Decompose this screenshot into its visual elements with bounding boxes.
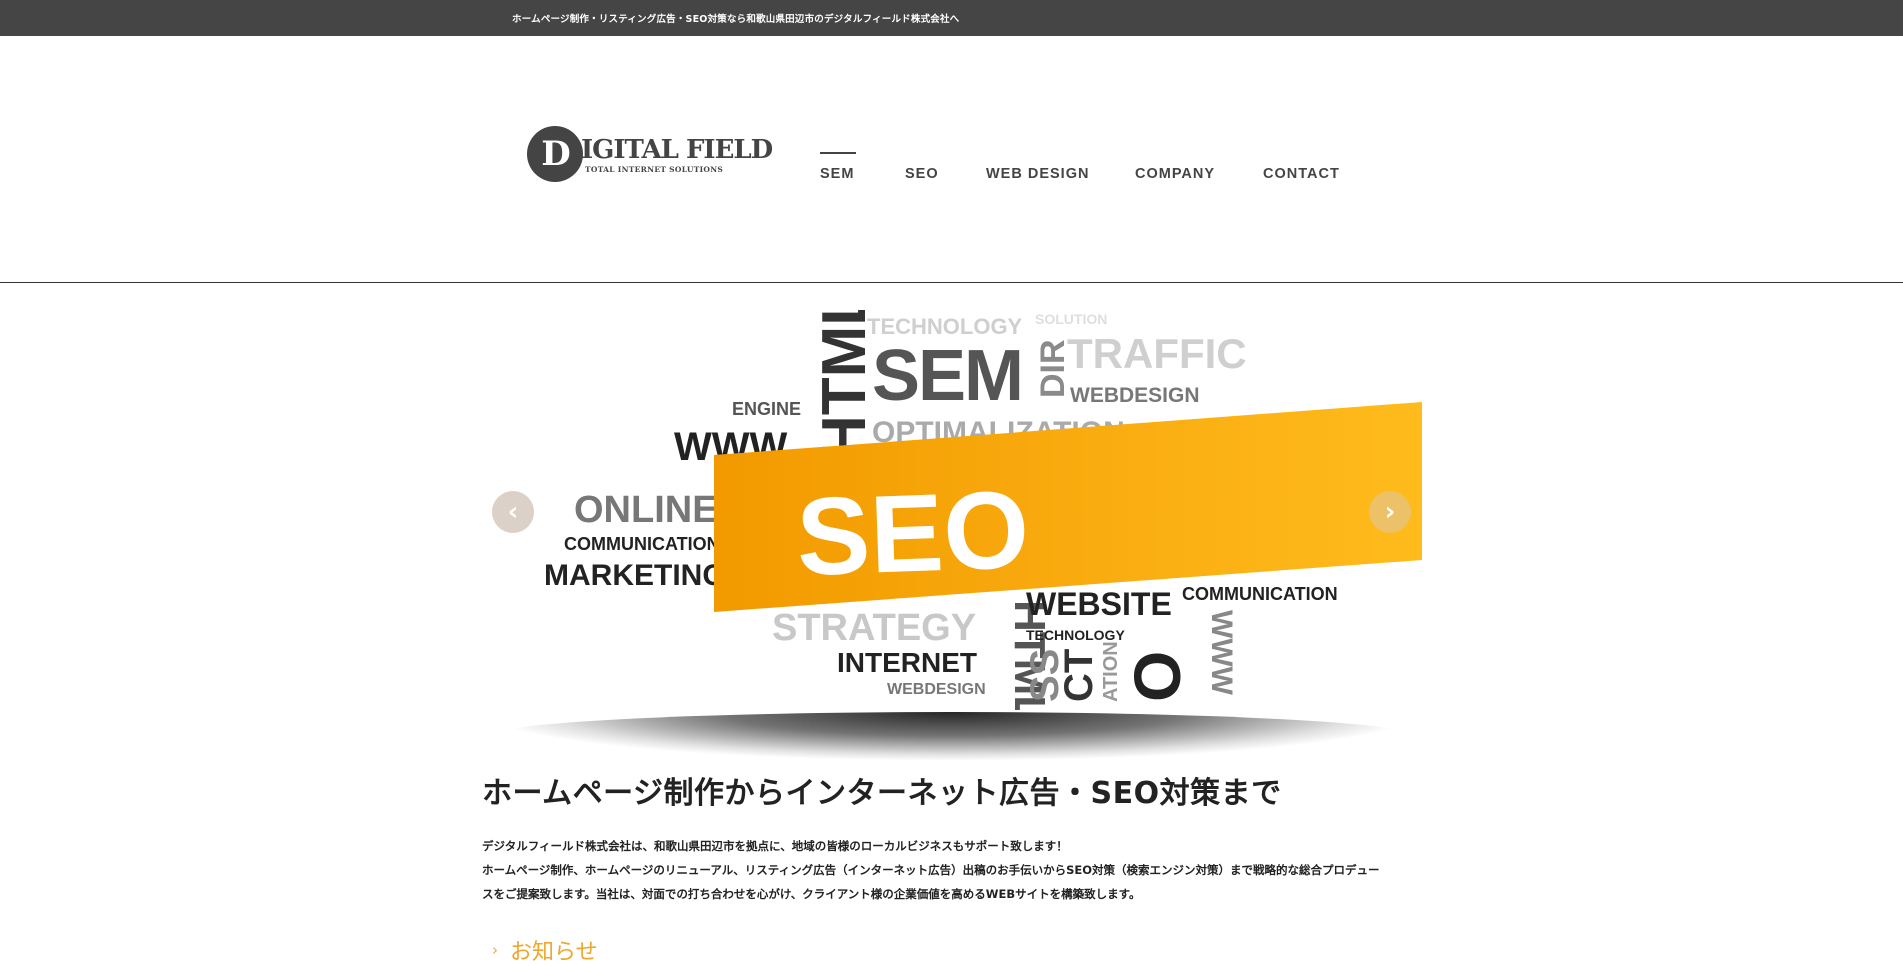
svg-text:COMMUNICATION: COMMUNICATION bbox=[1182, 584, 1338, 604]
intro-line: ホームページ制作、ホームページのリニューアル、リスティング広告（インターネット広… bbox=[482, 863, 1380, 877]
svg-text:ATION: ATION bbox=[1100, 641, 1122, 702]
svg-text:TRAFFIC: TRAFFIC bbox=[1067, 330, 1247, 377]
svg-text:O: O bbox=[1120, 651, 1194, 702]
page-headline: ホームページ制作からインターネット広告・SEO対策まで bbox=[482, 776, 1282, 811]
svg-text:CT: CT bbox=[1057, 649, 1101, 702]
chevron-left-icon: ‹ bbox=[507, 497, 519, 527]
svg-text:SEM: SEM bbox=[872, 336, 1022, 416]
banner-text: SEO bbox=[795, 468, 1031, 599]
logo-subtitle: TOTAL INTERNET SOLUTIONS bbox=[585, 165, 724, 174]
nav-item-seo[interactable]: SEO bbox=[905, 152, 939, 182]
nav-item-web-design[interactable]: WEB DESIGN bbox=[986, 152, 1089, 182]
slider-next-button[interactable]: › bbox=[1369, 491, 1411, 533]
slide-image: TECHNOLOGY SOLUTION SEM DIR TRAFFIC WEBD… bbox=[482, 310, 1422, 710]
nav-item-company[interactable]: COMPANY bbox=[1135, 152, 1215, 182]
svg-text:TECHNOLOGY: TECHNOLOGY bbox=[1026, 627, 1125, 643]
svg-text:COMMUNICATION: COMMUNICATION bbox=[564, 534, 720, 554]
nav-item-sem[interactable]: SEM bbox=[820, 152, 857, 182]
svg-text:WEBDESIGN: WEBDESIGN bbox=[887, 681, 986, 698]
svg-text:HTML: HTML bbox=[810, 310, 879, 460]
svg-text:WWW: WWW bbox=[1205, 610, 1238, 696]
svg-text:INTERNET: INTERNET bbox=[837, 647, 977, 678]
top-bar: ホームページ制作・リスティング広告・SEO対策なら和歌山県田辺市のデジタルフィー… bbox=[0, 0, 1903, 36]
logo-letter: D bbox=[541, 134, 571, 174]
news-label: お知らせ bbox=[510, 940, 598, 965]
svg-text:ONLINE: ONLINE bbox=[574, 489, 718, 531]
site-header: D IGITAL FIELD TOTAL INTERNET SOLUTIONS … bbox=[0, 36, 1903, 283]
svg-text:SOLUTION: SOLUTION bbox=[1035, 311, 1107, 327]
svg-text:MARKETING: MARKETING bbox=[544, 559, 726, 592]
hero-slider: TECHNOLOGY SOLUTION SEM DIR TRAFFIC WEBD… bbox=[482, 310, 1422, 765]
intro-text: デジタルフィールド株式会社は、和歌山県田辺市を拠点に、地域の皆様のローカルビジネ… bbox=[482, 834, 1422, 906]
news-heading[interactable]: › お知らせ bbox=[492, 934, 598, 966]
svg-text:WEBSITE: WEBSITE bbox=[1026, 586, 1172, 622]
top-bar-text: ホームページ制作・リスティング広告・SEO対策なら和歌山県田辺市のデジタルフィー… bbox=[512, 14, 960, 25]
site-logo[interactable]: D IGITAL FIELD TOTAL INTERNET SOLUTIONS bbox=[527, 126, 773, 188]
logo-title: IGITAL FIELD bbox=[581, 135, 773, 165]
seo-word-cloud-graphic: TECHNOLOGY SOLUTION SEM DIR TRAFFIC WEBD… bbox=[544, 310, 1422, 710]
slide-shadow bbox=[490, 712, 1414, 760]
intro-line: デジタルフィールド株式会社は、和歌山県田辺市を拠点に、地域の皆様のローカルビジネ… bbox=[482, 839, 1068, 853]
intro-line: スをご提案致します。当社は、対面での打ち合わせを心がけ、クライアント様の企業価値… bbox=[482, 887, 1141, 901]
nav-item-contact[interactable]: CONTACT bbox=[1263, 152, 1340, 182]
svg-text:ENGINE: ENGINE bbox=[732, 399, 801, 419]
chevron-right-icon: › bbox=[1384, 497, 1396, 527]
svg-text:STRATEGY: STRATEGY bbox=[772, 607, 976, 649]
svg-text:WEBDESIGN: WEBDESIGN bbox=[1070, 384, 1200, 407]
slider-prev-button[interactable]: ‹ bbox=[492, 491, 534, 533]
chevron-right-icon: › bbox=[492, 941, 498, 959]
